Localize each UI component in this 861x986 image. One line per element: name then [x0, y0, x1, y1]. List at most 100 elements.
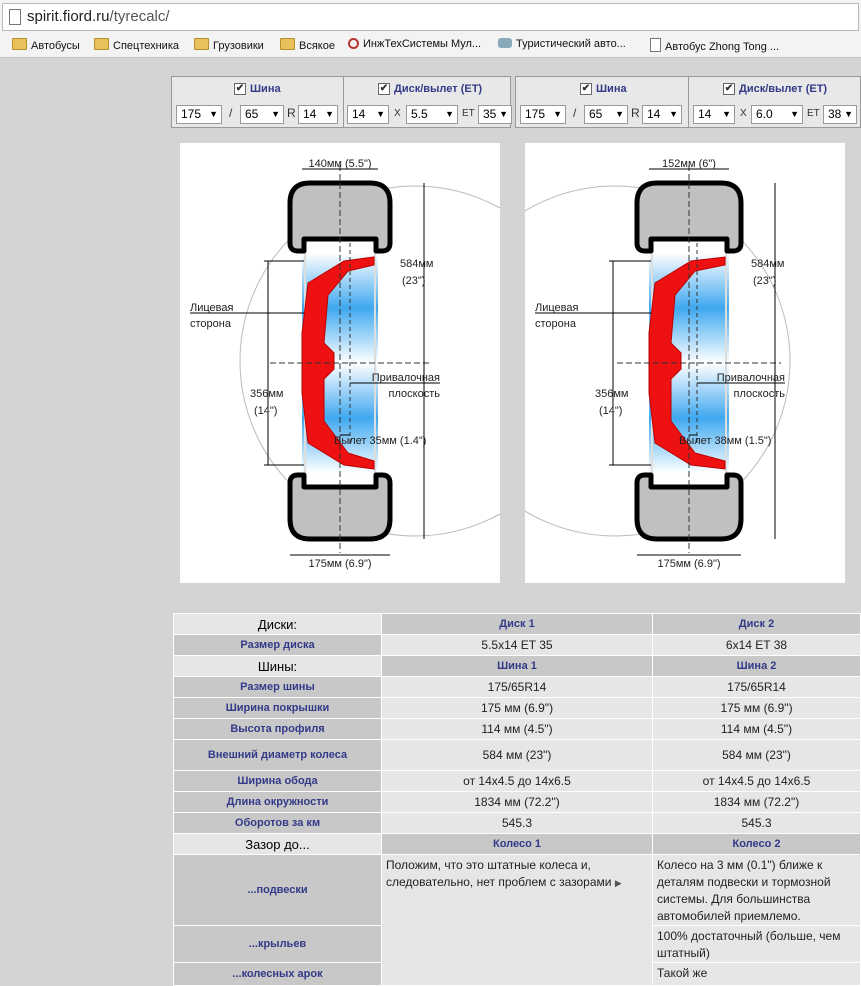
- disk-checkbox[interactable]: ✔ Диск/вылет (ET): [723, 83, 827, 95]
- bookmark-item[interactable]: Автобус Zhong Tong ...: [650, 38, 779, 53]
- top-width-label: 140мм (5.5"): [308, 158, 371, 170]
- tires-header: Шины:: [173, 655, 382, 677]
- disk-width-select[interactable]: 5.5 ▼: [406, 105, 458, 124]
- x-label: X: [740, 108, 747, 119]
- cell-value: 584 мм (23"): [652, 739, 861, 771]
- wheel2-diagram: 152мм (6") 175мм (6.9") 584мм (23") 356мм (14…: [525, 143, 845, 583]
- bookmark-item[interactable]: Всякое: [280, 38, 335, 52]
- url-input[interactable]: spirit.fiord.ru/tyrecalc/: [2, 3, 859, 31]
- chevron-down-icon: ▼: [790, 109, 799, 119]
- tire-width-select[interactable]: 175 ▼: [176, 105, 222, 124]
- disk2-header: Диск 2: [652, 613, 861, 635]
- page-icon: [9, 9, 21, 25]
- outer-diameter-in: (23"): [402, 275, 425, 287]
- row-label: ...колесных арок: [173, 962, 382, 986]
- disk-diameter-select[interactable]: 14 ▼: [693, 105, 735, 124]
- bookmark-item[interactable]: ИнжТехСистемы Мул...: [348, 38, 481, 50]
- disks-header: Диски:: [173, 613, 382, 635]
- disk-section: ✔ Диск/вылет (ET) 14 ▼ X 5.5 ▼ ET 35 ▼: [343, 77, 512, 127]
- row-label: Длина окружности: [173, 791, 382, 813]
- cell-value: 1834 мм (72.2"): [652, 791, 861, 813]
- cell-value: 545.3: [652, 812, 861, 834]
- chevron-down-icon: ▼: [325, 109, 334, 119]
- row-label: Высота профиля: [173, 718, 382, 740]
- gap-header: Зазор до...: [173, 833, 382, 855]
- et-select[interactable]: 35 ▼: [478, 105, 512, 124]
- disk-checkbox[interactable]: ✔ Диск/вылет (ET): [378, 83, 482, 95]
- bookmark-item[interactable]: Автобусы: [12, 38, 80, 52]
- wheel1-controls: ✔ Шина 175 ▼ / 65 ▼ R 14 ▼ ✔ Диск/вылет (ET) …: [171, 76, 512, 128]
- offset-label: Вылет 38мм (1.5"): [679, 435, 771, 447]
- table-row: Ширина покрышки 175 мм (6.9") 175 мм (6.…: [173, 697, 861, 719]
- chevron-down-icon: ▼: [553, 109, 562, 119]
- bookmark-item[interactable]: Спецтехника: [94, 38, 179, 52]
- face-label: сторона: [190, 318, 232, 330]
- row-label: Размер диска: [173, 634, 382, 656]
- outer-diameter-mm: 584мм: [751, 258, 784, 270]
- table-row: Длина окружности 1834 мм (72.2") 1834 мм…: [173, 791, 861, 813]
- outer-diameter-mm: 584мм: [400, 258, 433, 270]
- tire-checkbox[interactable]: ✔ Шина: [234, 83, 281, 95]
- cell-value: 175 мм (6.9"): [381, 697, 653, 719]
- rim-diameter-mm: 356мм: [250, 388, 283, 400]
- bookmark-item[interactable]: Грузовики: [194, 38, 264, 52]
- bookmark-item[interactable]: Туристический авто...: [498, 38, 626, 50]
- cell-value: 175/65R14: [652, 676, 861, 698]
- chevron-down-icon: ▼: [722, 109, 731, 119]
- row-label: ...крыльев: [173, 925, 382, 963]
- chevron-down-icon: ▼: [445, 109, 454, 119]
- face-label: Лицевая: [190, 302, 233, 314]
- table-row: Оборотов за км 545.3 545.3: [173, 812, 861, 834]
- wheel1-gap-text: Положим, что это штатные колеса и, следо…: [381, 854, 653, 986]
- checkmark-icon: ✔: [378, 83, 390, 95]
- url-text: spirit.fiord.ru/tyrecalc/: [27, 8, 170, 25]
- chevron-down-icon: ▼: [271, 109, 280, 119]
- wheel2-fenders-text: 100% достаточный (больше, чем штатный): [652, 925, 861, 963]
- tire-profile-select[interactable]: 65 ▼: [240, 105, 284, 124]
- offset-label: Вылет 35мм (1.4"): [334, 435, 426, 447]
- plane-label: Привалочная: [372, 372, 440, 384]
- bottom-width-label: 175мм (6.9"): [308, 558, 371, 570]
- wheel2-controls: ✔ Шина 175 ▼ / 65 ▼ R 14 ▼ ✔ Диск/вылет (ET) …: [515, 76, 861, 128]
- wheel2-suspension-text: Колесо на 3 мм (0.1") ближе к деталям по…: [652, 854, 861, 926]
- table-row: Высота профиля 114 мм (4.5") 114 мм (4.5…: [173, 718, 861, 740]
- cell-value: 5.5x14 ET 35: [381, 634, 653, 656]
- bookmarks-bar: Автобусы Спецтехника Грузовики Всякое Ин…: [0, 33, 861, 58]
- row-label: Размер шины: [173, 676, 382, 698]
- top-width-label: 152мм (6"): [662, 158, 716, 170]
- table-row: Ширина обода от 14x4.5 до 14x6.5 от 14x4…: [173, 770, 861, 792]
- disk-width-select[interactable]: 6.0 ▼: [751, 105, 803, 124]
- chevron-down-icon: ▼: [615, 109, 624, 119]
- tire-width-select[interactable]: 175 ▼: [520, 105, 566, 124]
- cell-value: от 14x4.5 до 14x6.5: [381, 770, 653, 792]
- slash-separator: /: [229, 106, 233, 120]
- disk-section: ✔ Диск/вылет (ET) 14 ▼ X 6.0 ▼ ET 38 ▼: [688, 77, 861, 127]
- outer-diameter-in: (23"): [753, 275, 776, 287]
- tire-diameter-select[interactable]: 14 ▼: [298, 105, 338, 124]
- tire-profile-select[interactable]: 65 ▼: [584, 105, 628, 124]
- tire-diameter-select[interactable]: 14 ▼: [642, 105, 682, 124]
- wheel-cross-section: 140мм (5.5") 175мм (6.9") 584мм (23") 356мм (…: [190, 158, 500, 570]
- chevron-down-icon: ▼: [669, 109, 678, 119]
- disk-diameter-select[interactable]: 14 ▼: [347, 105, 389, 124]
- plane-label: плоскость: [389, 388, 441, 400]
- face-label: Лицевая: [535, 302, 578, 314]
- row-label: Внешний диаметр колеса: [173, 739, 382, 771]
- x-label: X: [394, 108, 401, 119]
- table-row: ...подвески Положим, что это штатные кол…: [173, 854, 861, 986]
- plane-label: плоскость: [734, 388, 786, 400]
- folder-icon: [12, 38, 27, 50]
- r-label: R: [631, 106, 640, 120]
- disk1-header: Диск 1: [381, 613, 653, 635]
- tire-section: ✔ Шина 175 ▼ / 65 ▼ R 14 ▼: [516, 77, 688, 127]
- checkmark-icon: ✔: [723, 83, 735, 95]
- cell-value: 175 мм (6.9"): [652, 697, 861, 719]
- tire-checkbox[interactable]: ✔ Шина: [580, 83, 627, 95]
- wheel-cross-section: 152мм (6") 175мм (6.9") 584мм (23") 356мм (14…: [525, 158, 791, 570]
- cell-value: 584 мм (23"): [381, 739, 653, 771]
- page-icon: [650, 38, 661, 52]
- et-select[interactable]: 38 ▼: [823, 105, 857, 124]
- folder-icon: [194, 38, 209, 50]
- rim-diameter-in: (14"): [599, 405, 622, 417]
- cell-value: 6x14 ET 38: [652, 634, 861, 656]
